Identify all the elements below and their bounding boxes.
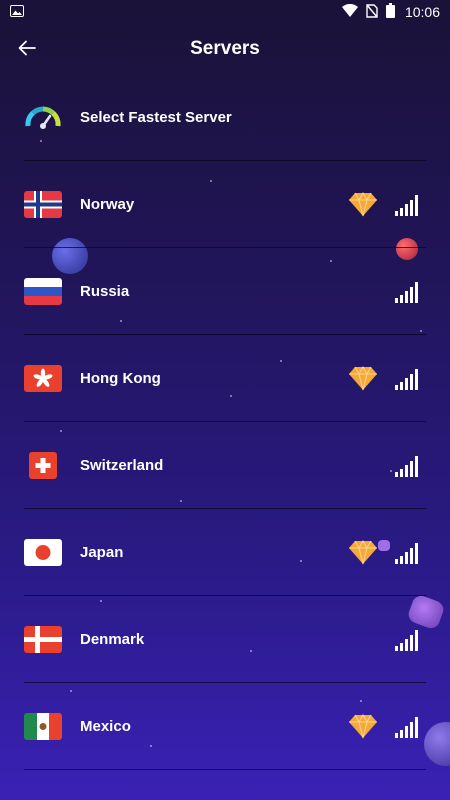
wifi-icon xyxy=(341,3,358,20)
server-name: Mexico xyxy=(80,718,131,735)
image-icon xyxy=(10,4,24,20)
fastest-server-row[interactable]: Select Fastest Server xyxy=(0,74,450,161)
denmark-flag xyxy=(24,626,62,653)
speedometer-icon xyxy=(24,104,62,131)
server-name: Japan xyxy=(80,544,124,561)
russia-flag xyxy=(24,278,62,305)
server-name: Norway xyxy=(80,196,135,213)
mexico-flag xyxy=(24,713,62,740)
server-name: Switzerland xyxy=(80,457,164,474)
server-row-switzerland[interactable]: Switzerland xyxy=(0,422,450,509)
hong-kong-flag xyxy=(24,365,62,392)
fastest-server-label: Select Fastest Server xyxy=(80,109,232,126)
arrow-back-icon xyxy=(18,40,36,56)
signal-strength-icon xyxy=(395,194,418,216)
app-bar: Servers xyxy=(0,24,450,74)
premium-gem-icon xyxy=(349,366,377,391)
server-name: Hong Kong xyxy=(80,370,161,387)
status-bar: 10:06 xyxy=(0,0,450,24)
page-title: Servers xyxy=(190,38,260,59)
server-row-hong-kong[interactable]: Hong Kong xyxy=(0,335,450,422)
switzerland-flag xyxy=(29,452,57,479)
server-row-russia[interactable]: Russia xyxy=(0,248,450,335)
server-row-denmark[interactable]: Denmark xyxy=(0,596,450,683)
norway-flag xyxy=(24,191,62,218)
signal-strength-icon xyxy=(395,716,418,738)
server-name: Russia xyxy=(80,283,130,300)
battery-icon xyxy=(385,3,395,21)
premium-gem-icon xyxy=(349,714,377,739)
server-row-norway[interactable]: Norway xyxy=(0,161,450,248)
server-row-mexico[interactable]: Mexico xyxy=(0,683,450,770)
signal-strength-icon xyxy=(395,368,418,390)
divider xyxy=(24,769,426,770)
signal-strength-icon xyxy=(395,455,418,477)
back-button[interactable] xyxy=(14,35,40,61)
signal-strength-icon xyxy=(395,542,418,564)
server-name: Denmark xyxy=(80,631,145,648)
server-row-japan[interactable]: Japan xyxy=(0,509,450,596)
signal-strength-icon xyxy=(395,629,418,651)
no-sim-icon xyxy=(366,3,378,21)
premium-gem-icon xyxy=(349,192,377,217)
status-time: 10:06 xyxy=(404,4,440,20)
japan-flag xyxy=(24,539,62,566)
premium-gem-icon xyxy=(349,540,377,565)
server-list: Select Fastest Server Norway Russia Hong… xyxy=(0,74,450,770)
signal-strength-icon xyxy=(395,281,418,303)
